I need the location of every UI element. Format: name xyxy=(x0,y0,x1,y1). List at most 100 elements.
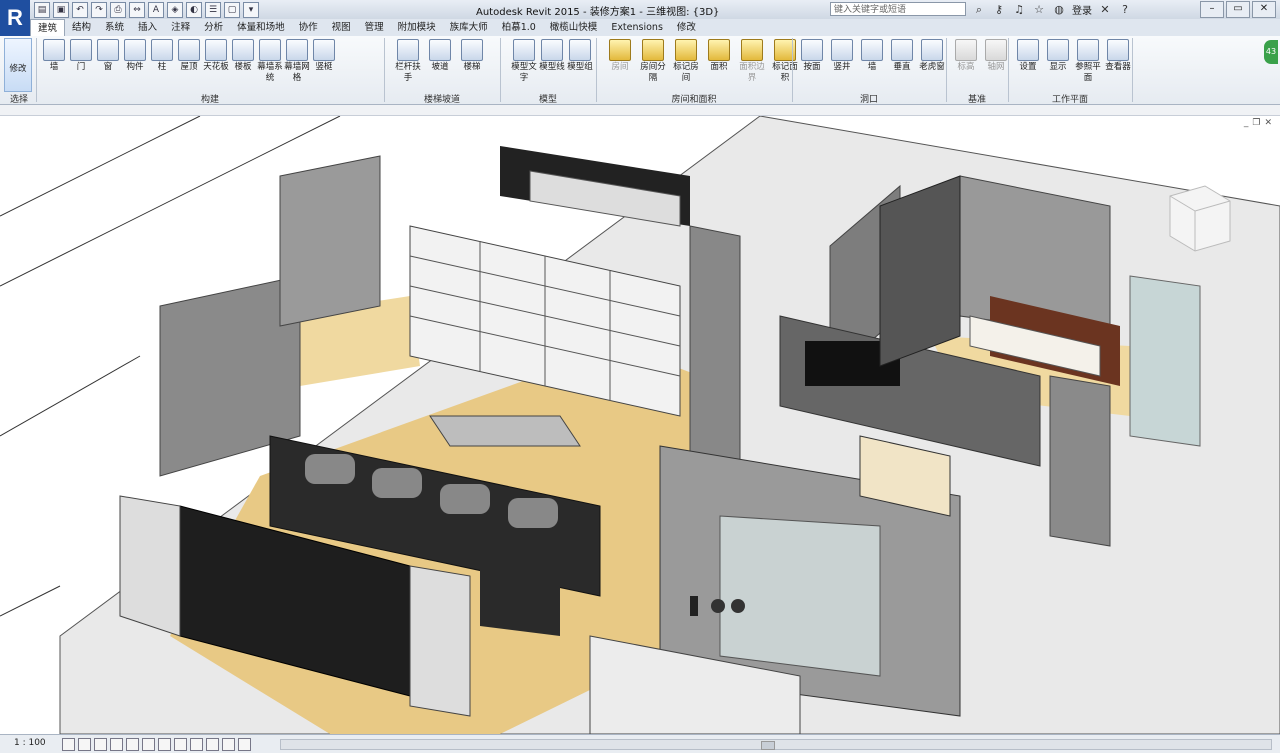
opening-button-1[interactable]: 竖井 xyxy=(826,38,858,73)
workplane-button-2[interactable]: 参照平面 xyxy=(1072,38,1104,84)
close-hidden-icon[interactable]: ▢ xyxy=(224,2,240,18)
highlight-icon[interactable] xyxy=(238,738,251,751)
exchange-icon[interactable]: ✕ xyxy=(1098,3,1112,17)
render-icon[interactable] xyxy=(126,738,139,751)
analytical-model-icon[interactable] xyxy=(222,738,235,751)
viewport-restore-icon[interactable]: ❐ xyxy=(1252,118,1260,128)
window-controls: – ▭ ✕ xyxy=(1200,1,1276,18)
sun-path-icon[interactable] xyxy=(94,738,107,751)
binoculars-icon[interactable]: ⌕ xyxy=(972,3,986,17)
redo-icon[interactable]: ↷ xyxy=(91,2,107,18)
opening-label-1: 竖井 xyxy=(833,62,851,72)
switch-windows-icon[interactable]: ▾ xyxy=(243,2,259,18)
title-bar: ▤ ▣ ↶ ↷ ⎙ ⇔ A ◈ ◐ ☰ ▢ ▾ Autodesk Revit 2… xyxy=(0,0,1280,20)
3d-viewport[interactable]: _ ❐ ✕ xyxy=(0,116,1280,734)
tab-13[interactable]: 橄榄山快模 xyxy=(543,19,605,36)
tab-8[interactable]: 视图 xyxy=(325,19,358,36)
tab-10[interactable]: 附加模块 xyxy=(391,19,443,36)
scroll-thumb[interactable] xyxy=(761,741,775,750)
model-button-2[interactable]: 模型组 xyxy=(564,38,596,73)
search-input[interactable]: 键入关键字或短语 xyxy=(830,2,966,16)
panel-labels: 选择 构建 楼梯坡道 模型 房间和面积 洞口 基准 工作平面 xyxy=(0,92,1280,105)
bell-icon[interactable]: ♫ xyxy=(1012,3,1026,17)
view-cube[interactable] xyxy=(1169,185,1231,252)
tab-3[interactable]: 插入 xyxy=(131,19,164,36)
revit-logo[interactable]: R xyxy=(0,0,30,36)
undo-icon[interactable]: ↶ xyxy=(72,2,88,18)
opening-button-4[interactable]: 老虎窗 xyxy=(916,38,948,73)
tab-9[interactable]: 管理 xyxy=(358,19,391,36)
opening-button-0[interactable]: 按面 xyxy=(796,38,828,73)
shadows-icon[interactable] xyxy=(110,738,123,751)
opening-button-3[interactable]: 垂直 xyxy=(886,38,918,73)
close-button[interactable]: ✕ xyxy=(1252,1,1276,18)
view-scale[interactable]: 1 : 100 xyxy=(14,738,46,748)
crop-view-icon[interactable] xyxy=(142,738,155,751)
rooms-button-2[interactable]: 标记房间 xyxy=(670,38,702,84)
opening-button-2[interactable]: 墙 xyxy=(856,38,888,73)
text-icon[interactable]: A xyxy=(148,2,164,18)
show-crop-icon[interactable] xyxy=(158,738,171,751)
temp-hide-icon[interactable] xyxy=(190,738,203,751)
bed-top xyxy=(500,146,690,227)
build-icon-3 xyxy=(124,39,146,61)
tab-0[interactable]: 建筑 xyxy=(30,19,66,36)
tab-4[interactable]: 注释 xyxy=(164,19,197,36)
viewport-close-icon[interactable]: ✕ xyxy=(1264,118,1272,128)
lock-view-icon[interactable] xyxy=(174,738,187,751)
opening-label-2: 墙 xyxy=(867,62,877,72)
stairs-button-1[interactable]: 坡道 xyxy=(424,38,456,73)
workplane-button-3[interactable]: 查看器 xyxy=(1102,38,1134,73)
star-icon[interactable]: ☆ xyxy=(1032,3,1046,17)
tab-14[interactable]: Extensions xyxy=(604,19,670,36)
build-icon-7 xyxy=(232,39,254,61)
login-link[interactable]: 登录 xyxy=(1072,2,1092,17)
reveal-hidden-icon[interactable] xyxy=(206,738,219,751)
thin-lines-icon[interactable]: ☰ xyxy=(205,2,221,18)
notification-badge[interactable]: 43 xyxy=(1264,40,1278,64)
open-icon[interactable]: ▤ xyxy=(34,2,50,18)
coffee-table xyxy=(429,415,581,447)
options-bar xyxy=(0,105,1280,116)
model-label-2: 模型组 xyxy=(567,62,593,72)
build-button-10[interactable]: 竖梃 xyxy=(308,38,340,73)
print-icon[interactable]: ⎙ xyxy=(110,2,126,18)
rooms-button-4[interactable]: 面积边界 xyxy=(736,38,768,84)
rooms-label-2: 标记房间 xyxy=(673,62,699,83)
rooms-button-1[interactable]: 房间分隔 xyxy=(637,38,669,84)
visual-style-icon[interactable] xyxy=(78,738,91,751)
tab-7[interactable]: 协作 xyxy=(292,19,325,36)
tab-12[interactable]: 柏慕1.0 xyxy=(495,19,543,36)
minimize-button[interactable]: – xyxy=(1200,1,1224,18)
tab-5[interactable]: 分析 xyxy=(197,19,230,36)
workplane-button-1[interactable]: 显示 xyxy=(1042,38,1074,73)
user-icon[interactable]: ◍ xyxy=(1052,3,1066,17)
workplane-button-0[interactable]: 设置 xyxy=(1012,38,1044,73)
stairs-button-0[interactable]: 栏杆扶手 xyxy=(392,38,424,84)
model-icon-2 xyxy=(569,39,591,61)
workplane-icon-1 xyxy=(1047,39,1069,61)
tab-15[interactable]: 修改 xyxy=(670,19,703,36)
viewport-minimize-icon[interactable]: _ xyxy=(1244,118,1249,128)
section-icon[interactable]: ◐ xyxy=(186,2,202,18)
maximize-button[interactable]: ▭ xyxy=(1226,1,1250,18)
rooms-button-3[interactable]: 面积 xyxy=(703,38,735,73)
wall-study xyxy=(279,155,381,327)
tab-1[interactable]: 结构 xyxy=(65,19,98,36)
workplane-label-0: 设置 xyxy=(1019,62,1037,72)
3d-view-icon[interactable]: ◈ xyxy=(167,2,183,18)
workplane-icon-0 xyxy=(1017,39,1039,61)
detail-level-icon[interactable] xyxy=(62,738,75,751)
3d-model-view[interactable] xyxy=(0,116,1280,734)
stairs-button-2[interactable]: 楼梯 xyxy=(456,38,488,73)
tab-6[interactable]: 体量和场地 xyxy=(230,19,292,36)
datum-button-0[interactable]: 标高 xyxy=(950,38,982,73)
tab-2[interactable]: 系统 xyxy=(98,19,131,36)
help-icon[interactable]: ? xyxy=(1118,3,1132,17)
tab-11[interactable]: 族库大师 xyxy=(443,19,495,36)
horizontal-scrollbar[interactable] xyxy=(280,739,1272,750)
measure-icon[interactable]: ⇔ xyxy=(129,2,145,18)
rooms-button-0[interactable]: 房间 xyxy=(604,38,636,73)
key-icon[interactable]: ⚷ xyxy=(992,3,1006,17)
save-icon[interactable]: ▣ xyxy=(53,2,69,18)
